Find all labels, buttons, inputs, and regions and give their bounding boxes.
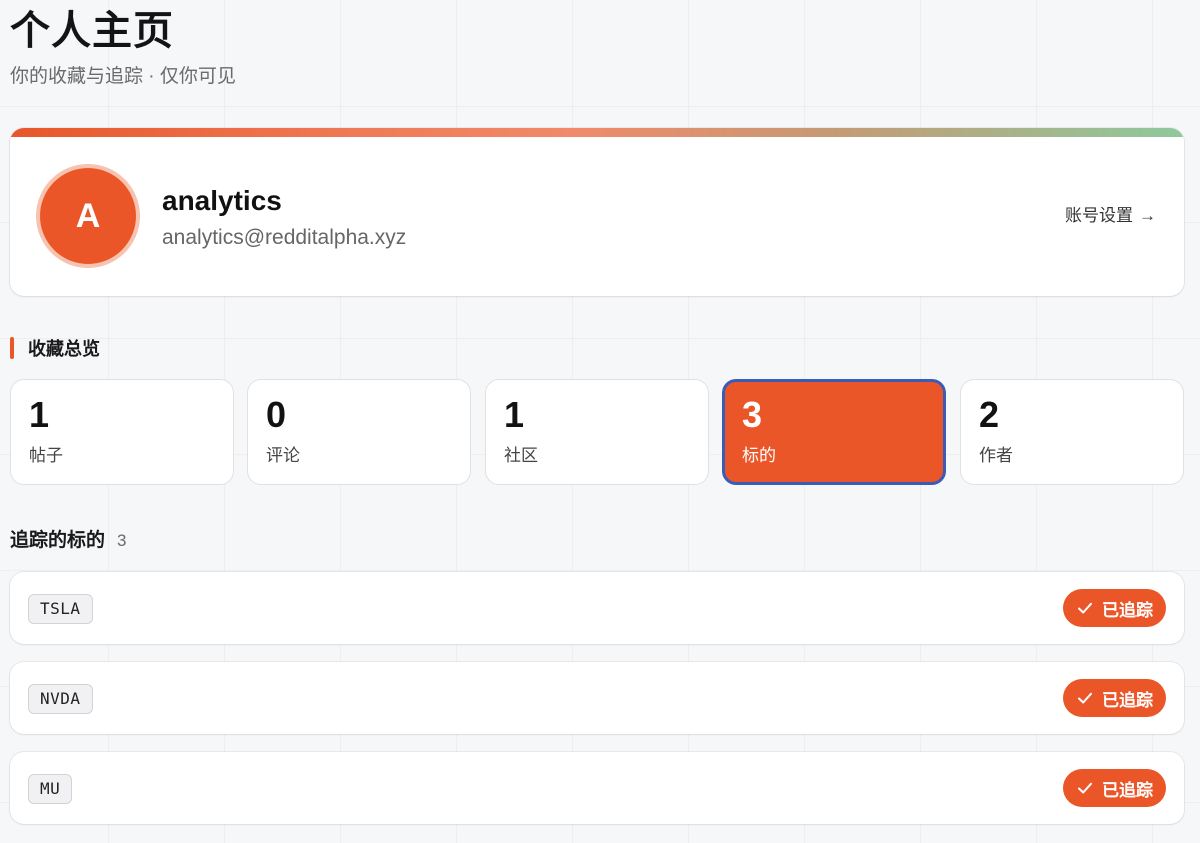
following-button[interactable]: 已追踪 (1063, 589, 1166, 627)
profile-accent-bar (10, 128, 1184, 137)
stat-value: 2 (979, 394, 1000, 435)
ticker-row: TSLA 已追踪 (10, 572, 1184, 644)
overview-heading-text: 收藏总览 (28, 339, 100, 359)
arrow-right-icon: → (1139, 206, 1156, 225)
ticker-row: NVDA 已追踪 (10, 662, 1184, 734)
following-button-label: 已追踪 (1102, 690, 1153, 710)
page-title: 个人主页 (10, 9, 174, 53)
check-icon (1078, 602, 1092, 614)
stat-label: 社区 (504, 446, 538, 465)
stats-grid: 1 帖子 0 评论 1 社区 3 标的 2 作者 (10, 379, 1184, 485)
profile-page: 个人主页 你的收藏与追踪 · 仅你可见 A analytics analytic… (0, 0, 1200, 843)
overview-heading: 收藏总览 (10, 336, 100, 360)
stat-card-posts[interactable]: 1 帖子 (10, 379, 234, 485)
stat-value: 1 (29, 394, 50, 435)
tracked-heading: 追踪的标的 3 (10, 525, 126, 552)
tracked-count: 3 (117, 531, 127, 550)
ticker-chip[interactable]: MU (28, 774, 73, 804)
user-email: analytics@redditalpha.xyz (162, 226, 407, 249)
profile-card: A analytics analytics@redditalpha.xyz 账号… (10, 128, 1184, 296)
account-settings-label: 账号设置 (1065, 206, 1133, 225)
following-button[interactable]: 已追踪 (1063, 679, 1166, 717)
stat-card-authors[interactable]: 2 作者 (960, 379, 1184, 485)
ticker-row: MU 已追踪 (10, 752, 1184, 824)
stat-value: 0 (266, 394, 287, 435)
stat-label: 标的 (742, 446, 776, 465)
tracked-heading-text: 追踪的标的 (10, 530, 106, 551)
following-button-label: 已追踪 (1102, 780, 1153, 800)
username: analytics (162, 185, 282, 216)
check-icon (1078, 692, 1092, 704)
check-icon (1078, 782, 1092, 794)
following-button-label: 已追踪 (1102, 600, 1153, 620)
following-button[interactable]: 已追踪 (1063, 769, 1166, 807)
avatar: A (36, 164, 140, 268)
account-settings-link[interactable]: 账号设置 → (1065, 204, 1156, 228)
stat-label: 帖子 (29, 446, 63, 465)
stat-card-comments[interactable]: 0 评论 (247, 379, 471, 485)
stat-value: 3 (742, 394, 763, 435)
stat-card-communities[interactable]: 1 社区 (485, 379, 709, 485)
stat-label: 作者 (979, 446, 1013, 465)
page-subtitle: 你的收藏与追踪 · 仅你可见 (10, 66, 236, 87)
ticker-chip[interactable]: TSLA (28, 594, 93, 624)
ticker-chip[interactable]: NVDA (28, 684, 93, 714)
section-accent-bar (10, 337, 14, 359)
stat-label: 评论 (266, 446, 300, 465)
stat-value: 1 (504, 394, 525, 435)
stat-card-tickers[interactable]: 3 标的 (722, 379, 946, 485)
